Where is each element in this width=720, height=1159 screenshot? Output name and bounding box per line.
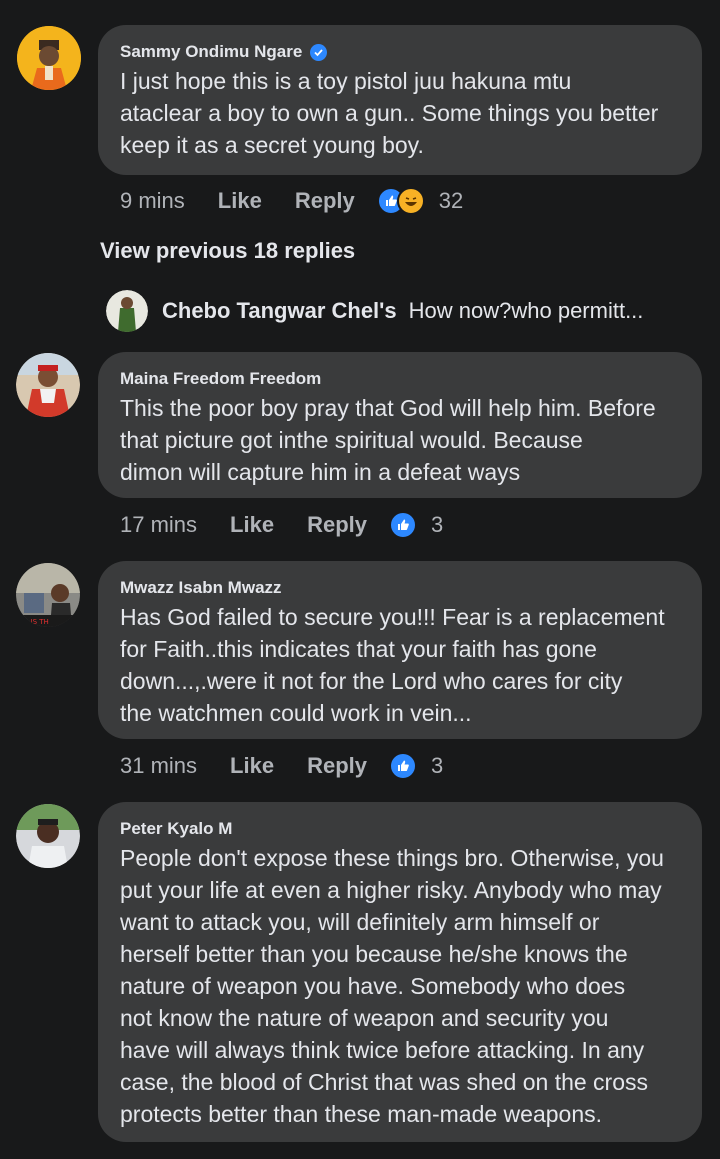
comment-actions: 9 mins Like Reply 32 bbox=[120, 186, 463, 216]
reply-preview[interactable]: Chebo Tangwar Chel's How now?who permitt… bbox=[106, 290, 643, 332]
view-previous-replies-link[interactable]: View previous 18 replies bbox=[100, 238, 355, 264]
reaction-count: 3 bbox=[431, 753, 444, 778]
reply-button[interactable]: Reply bbox=[295, 188, 355, 214]
reply-preview-name: Chebo Tangwar Chel's bbox=[162, 298, 397, 323]
commenter-name[interactable]: Mwazz Isabn Mwazz bbox=[120, 577, 282, 599]
verified-badge-icon bbox=[310, 43, 328, 61]
comment-bubble: Maina Freedom Freedom This the poor boy … bbox=[98, 352, 702, 498]
like-button[interactable]: Like bbox=[218, 188, 262, 214]
commenter-name[interactable]: Peter Kyalo M bbox=[120, 818, 232, 840]
reaction-summary[interactable]: 3 bbox=[389, 511, 443, 539]
comment-text: People don't expose these things bro. Ot… bbox=[120, 845, 664, 1127]
like-button[interactable]: Like bbox=[230, 512, 274, 538]
avatar[interactable] bbox=[16, 353, 80, 417]
comment-timestamp[interactable]: 17 mins bbox=[120, 512, 197, 538]
comment-timestamp[interactable]: 9 mins bbox=[120, 188, 185, 214]
reply-button[interactable]: Reply bbox=[307, 753, 367, 779]
comment-bubble: Mwazz Isabn Mwazz Has God failed to secu… bbox=[98, 561, 702, 739]
reaction-count: 32 bbox=[438, 188, 464, 213]
avatar[interactable] bbox=[16, 804, 80, 868]
like-icon bbox=[389, 511, 417, 539]
comment-timestamp[interactable]: 31 mins bbox=[120, 753, 197, 779]
comment-text: I just hope this is a toy pistol juu hak… bbox=[120, 68, 659, 158]
commenter-name[interactable]: Sammy Ondimu Ngare bbox=[120, 41, 302, 63]
avatar bbox=[106, 290, 148, 332]
avatar[interactable]: ER IS TH bbox=[16, 563, 80, 627]
reaction-count: 3 bbox=[431, 512, 444, 537]
haha-icon bbox=[396, 187, 425, 215]
commenter-name[interactable]: Maina Freedom Freedom bbox=[120, 368, 321, 390]
comment-actions: 31 mins Like Reply 3 bbox=[120, 751, 443, 781]
reply-preview-text: How now?who permitt... bbox=[408, 298, 644, 323]
like-icon bbox=[389, 752, 417, 780]
reaction-summary[interactable]: 3 bbox=[389, 752, 443, 780]
reply-button[interactable]: Reply bbox=[307, 512, 367, 538]
comment-text: This the poor boy pray that God will hel… bbox=[120, 395, 656, 485]
comment-actions: 17 mins Like Reply 3 bbox=[120, 510, 443, 540]
reaction-summary[interactable]: 32 bbox=[376, 187, 464, 215]
avatar-caption: ER IS TH bbox=[19, 618, 49, 626]
comment-bubble: Peter Kyalo M People don't expose these … bbox=[98, 802, 702, 1142]
comment-bubble: Sammy Ondimu Ngare I just hope this is a… bbox=[98, 25, 702, 175]
comment-text: Has God failed to secure you!!! Fear is … bbox=[120, 604, 665, 726]
avatar[interactable] bbox=[17, 26, 81, 90]
like-button[interactable]: Like bbox=[230, 753, 274, 779]
